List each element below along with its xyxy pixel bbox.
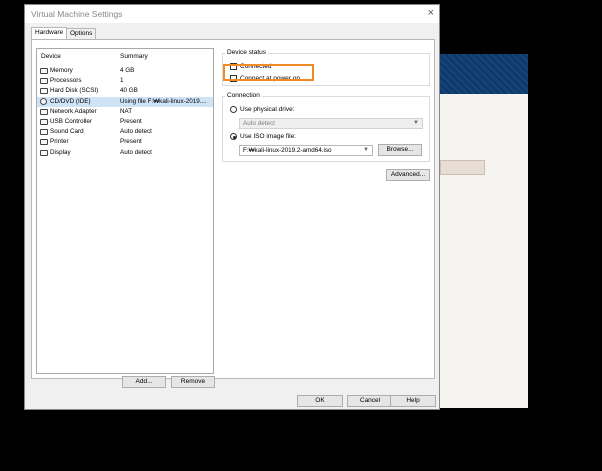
ok-button[interactable]: OK [297,395,343,407]
tab-hardware[interactable]: Hardware [31,27,68,39]
background-bar [440,160,485,175]
usb-icon [40,118,48,125]
iso-image-path: F:₩kali-linux-2019.2-amd64.iso [243,147,332,154]
device-rows: Memory 4 GB Processors 1 Hard Disk (SCSI… [37,66,213,158]
advanced-button[interactable]: Advanced... [386,169,430,181]
device-name: Display [50,148,71,156]
memory-icon [40,68,48,74]
device-summary: 1 [120,77,124,85]
remove-device-button[interactable]: Remove [171,376,215,388]
sound-card-icon [40,129,48,136]
device-row-printer[interactable]: Printer Present [37,137,213,147]
device-name: CD/DVD (IDE) [50,97,91,105]
device-summary: Auto detect [120,128,152,136]
background-header [438,54,528,94]
tab-options[interactable]: Options [66,28,97,39]
highlight-box [223,64,314,81]
device-row-display[interactable]: Display Auto detect [37,148,213,158]
device-status-label: Device status [225,49,269,56]
device-row-usb-controller[interactable]: USB Controller Present [37,117,213,127]
processor-icon [40,78,48,85]
device-summary: Using file F:₩kali-linux-2019.... [120,97,207,105]
use-physical-drive-label: Use physical drive: [240,106,295,113]
cd-dvd-icon [40,97,47,105]
network-adapter-icon [40,108,48,115]
connection-label: Connection [225,92,262,99]
device-summary: NAT [120,107,133,115]
iso-image-combobox[interactable]: F:₩kali-linux-2019.2-amd64.iso ▼ [239,145,373,156]
device-name: Sound Card [50,128,84,136]
device-row-memory[interactable]: Memory 4 GB [37,66,213,76]
background-panel [438,94,528,408]
device-row-sound-card[interactable]: Sound Card Auto detect [37,127,213,137]
use-iso-image-label: Use ISO image file: [240,133,296,140]
chevron-down-icon: ▼ [413,120,419,126]
device-name: Printer [50,138,69,146]
device-summary: 40 GB [120,87,138,95]
use-physical-drive-radio[interactable] [230,106,237,113]
cancel-button[interactable]: Cancel [347,395,393,407]
printer-icon [40,139,48,146]
column-header-device[interactable]: Device [41,53,61,60]
hardware-panel: Device Summary Memory 4 GB Processors 1 … [31,39,435,388]
title-bar: Virtual Machine Settings × [25,5,439,23]
column-header-summary[interactable]: Summary [120,53,148,60]
device-name: Processors [50,77,82,85]
device-summary: Auto detect [120,148,152,156]
device-row-processors[interactable]: Processors 1 [37,76,213,86]
help-button[interactable]: Help [390,395,436,407]
hard-disk-icon [40,88,48,95]
device-summary: Present [120,138,142,146]
device-list: Device Summary Memory 4 GB Processors 1 … [36,48,214,374]
device-name: Memory [50,67,73,74]
device-list-header: Device Summary [37,53,213,62]
chevron-down-icon: ▼ [363,147,369,153]
device-name: Network Adapter [50,107,97,115]
background-window [438,54,528,408]
display-icon [40,149,48,156]
browse-button[interactable]: Browse... [378,144,422,156]
device-name: USB Controller [50,117,92,125]
use-iso-image-radio[interactable] [230,133,237,140]
device-row-hard-disk[interactable]: Hard Disk (SCSI) 40 GB [37,86,213,96]
device-summary: Present [120,117,142,125]
device-name: Hard Disk (SCSI) [50,87,99,95]
connection-group: Connection Use physical drive: Auto dete… [222,92,430,162]
physical-drive-select[interactable]: Auto detect ▼ [239,118,423,129]
physical-drive-value: Auto detect [243,120,275,127]
device-row-network-adapter[interactable]: Network Adapter NAT [37,107,213,117]
device-summary: 4 GB [120,67,135,74]
add-device-button[interactable]: Add... [122,376,166,388]
device-row-cd-dvd[interactable]: CD/DVD (IDE) Using file F:₩kali-linux-20… [37,96,213,107]
close-icon[interactable]: × [428,7,434,19]
dialog-title: Virtual Machine Settings [31,9,123,19]
